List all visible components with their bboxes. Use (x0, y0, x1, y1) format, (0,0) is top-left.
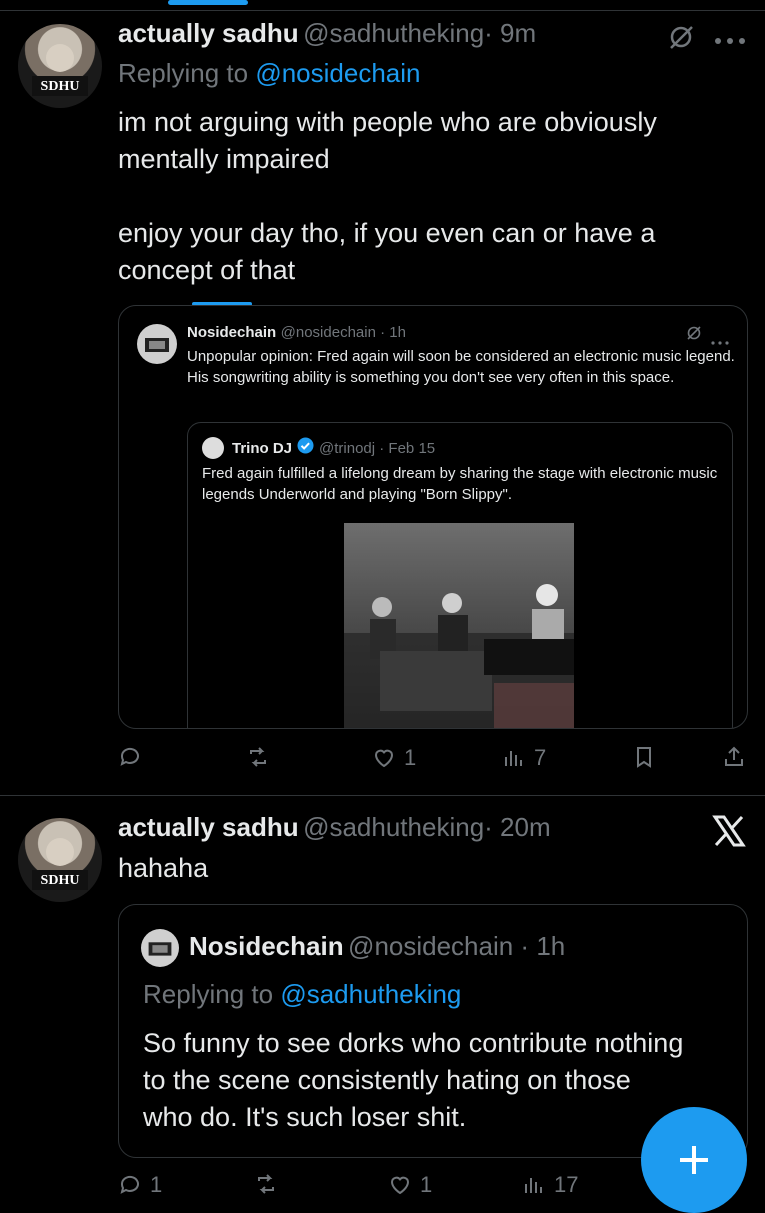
display-name[interactable]: actually sadhu (118, 812, 299, 842)
reply-button[interactable]: 1 (118, 1172, 162, 1198)
avatar[interactable]: SDHU (18, 818, 102, 902)
grok-icon[interactable] (666, 22, 696, 57)
reply-count: 1 (150, 1172, 163, 1197)
views-count: 17 (554, 1172, 579, 1197)
views-count: 7 (534, 745, 547, 770)
replying-to: Replying to @sadhutheking (143, 979, 461, 1010)
quoted-avatar[interactable] (137, 324, 177, 364)
svg-text:SDHU: SDHU (41, 79, 80, 94)
display-name[interactable]: actually sadhu (118, 18, 299, 48)
views-icon (525, 1178, 542, 1193)
share-icon (725, 746, 743, 766)
replying-prefix: Replying to (118, 58, 256, 88)
replying-to-link[interactable]: @nosidechain (255, 58, 420, 88)
more-icon[interactable] (714, 32, 746, 50)
grok-icon[interactable] (685, 324, 703, 347)
quoted-avatar[interactable] (141, 929, 179, 967)
retweet-icon (258, 1174, 274, 1194)
quoted-handle[interactable]: @nosidechain · 1h (281, 324, 406, 341)
share-button[interactable] (722, 745, 746, 769)
bookmark-button[interactable] (632, 745, 656, 769)
like-count: 1 (404, 745, 417, 770)
quoted-text: So funny to see dorks who contribute not… (143, 1028, 684, 1132)
quoted-display-name[interactable]: Nosidechain (189, 931, 344, 961)
heart-icon (390, 1176, 410, 1195)
quoted-tweet[interactable]: Nosidechain @nosidechain · 1h Replying t… (118, 904, 748, 1158)
svg-text:SDHU: SDHU (41, 873, 80, 888)
like-button[interactable]: 1 (388, 1172, 432, 1198)
handle[interactable]: @sadhutheking (303, 812, 484, 842)
verified-badge-icon (297, 437, 314, 459)
video-thumbnail[interactable] (344, 523, 574, 728)
nested-text: Fred again fulfilled a lifelong dream by… (202, 465, 718, 503)
replying-to-link[interactable]: @sadhutheking (280, 979, 461, 1009)
reply-button[interactable] (118, 745, 150, 769)
tweet-header: actually sadhu @sadhutheking· 20m (118, 812, 551, 843)
retweet-button[interactable] (254, 1172, 286, 1196)
nested-avatar[interactable] (202, 437, 224, 459)
tweet-text: hahaha (118, 853, 209, 883)
tweet-header: actually sadhu @sadhutheking· 9m (118, 18, 536, 49)
quoted-display-name[interactable]: Nosidechain (187, 324, 276, 341)
tweet-text: im not arguing with people who are obvio… (118, 107, 657, 285)
x-logo-icon (712, 814, 746, 853)
like-count: 1 (420, 1172, 433, 1197)
retweet-button[interactable] (246, 745, 278, 769)
timestamp[interactable]: · 20m (484, 812, 550, 842)
views-icon (505, 751, 522, 766)
avatar[interactable]: SDHU (18, 24, 102, 108)
nested-handle[interactable]: @trinodj · Feb 15 (319, 440, 435, 457)
compose-button[interactable] (641, 1107, 747, 1213)
replying-to: Replying to @nosidechain (118, 58, 420, 89)
quoted-tweet[interactable]: Nosidechain @nosidechain · 1h Unpopular … (118, 305, 748, 729)
views-button[interactable]: 7 (502, 745, 546, 771)
reply-icon (120, 1175, 139, 1194)
like-button[interactable]: 1 (372, 745, 416, 771)
quoted-header: Nosidechain @nosidechain · 1h (189, 931, 565, 962)
replying-prefix: Replying to (143, 979, 281, 1009)
heart-icon (374, 749, 394, 768)
quoted-handle[interactable]: @nosidechain · 1h (348, 931, 565, 961)
timestamp[interactable]: · 9m (484, 18, 536, 48)
reply-icon (120, 747, 139, 766)
divider (0, 10, 765, 11)
views-button[interactable]: 17 (522, 1172, 578, 1198)
nested-header: Trino DJ @trinodj · Feb 15 (232, 437, 435, 459)
compose-plus-icon (680, 1146, 708, 1174)
nested-display-name[interactable]: Trino DJ (232, 440, 292, 457)
handle[interactable]: @sadhutheking (303, 18, 484, 48)
quoted-header: Nosidechain @nosidechain · 1h (187, 324, 406, 342)
divider (0, 795, 765, 796)
bookmark-icon (637, 747, 651, 768)
nested-quoted-tweet[interactable]: Trino DJ @trinodj · Feb 15 Fred again fu… (187, 422, 733, 728)
retweet-icon (250, 747, 266, 767)
scroll-indicator (168, 0, 248, 5)
quoted-text: Unpopular opinion: Fred again will soon … (187, 348, 735, 386)
